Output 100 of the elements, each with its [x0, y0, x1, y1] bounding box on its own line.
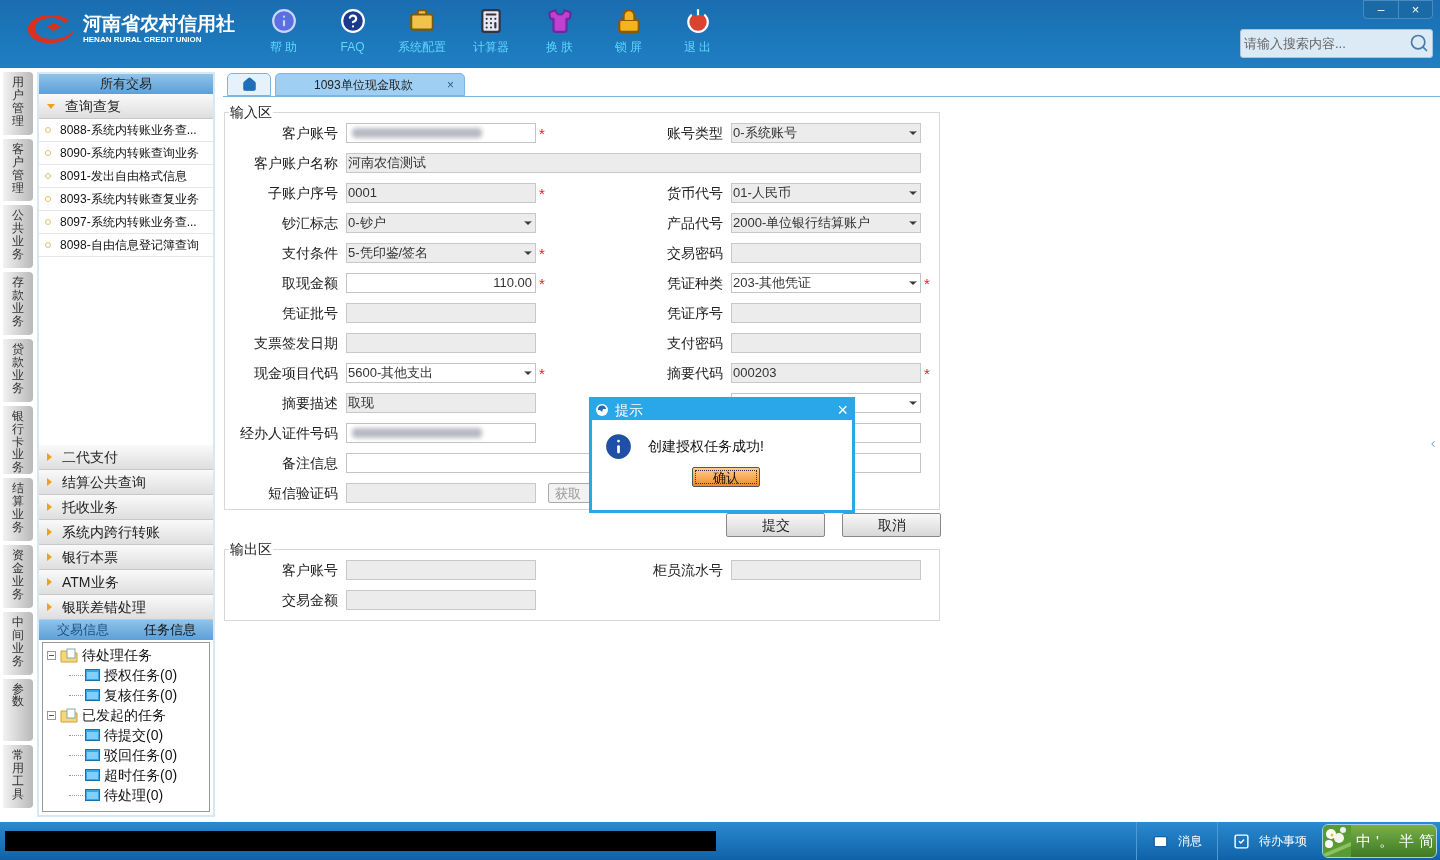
- side-tab[interactable]: 公共业务: [3, 205, 33, 269]
- tree-item[interactable]: 待提交(0): [104, 724, 164, 746]
- accordion-header[interactable]: 托收业务: [39, 495, 213, 520]
- field-label: 交易金额: [282, 590, 338, 610]
- menu-item[interactable]: 8097-系统内转账业务查...: [39, 211, 213, 234]
- tree-item[interactable]: 驳回任务(0): [104, 744, 178, 766]
- field-label: 支票签发日期: [254, 333, 338, 353]
- menu-item[interactable]: 8091-发出自由格式信息: [39, 165, 213, 188]
- menu-item[interactable]: 8090-系统内转账查询业务: [39, 142, 213, 165]
- confirm-button[interactable]: 确认: [692, 467, 760, 487]
- input-field[interactable]: [346, 333, 536, 353]
- select-field[interactable]: 5-凭印鉴/签名: [346, 243, 536, 263]
- close-button[interactable]: ×: [1398, 1, 1432, 18]
- tree-item[interactable]: 待处理任务: [82, 644, 152, 666]
- status-button[interactable]: 消息: [1136, 822, 1217, 860]
- required-asterisk: *: [539, 365, 545, 381]
- field-label: 支付条件: [282, 243, 338, 263]
- field-label: 经办人证件号码: [240, 423, 338, 443]
- side-tab[interactable]: 常用工具: [3, 745, 33, 808]
- accordion-header[interactable]: 二代支付: [39, 445, 213, 470]
- action-button[interactable]: 提交: [726, 513, 825, 537]
- menu-item[interactable]: 8098-自由信息登记簿查询: [39, 234, 213, 257]
- input-field[interactable]: [346, 303, 536, 323]
- tree-toggle[interactable]: [47, 650, 56, 660]
- input-field[interactable]: [731, 303, 921, 323]
- field-label: 备注信息: [282, 453, 338, 473]
- input-field[interactable]: [346, 590, 536, 610]
- tree-toggle[interactable]: [47, 710, 56, 720]
- ime-mode: '。: [1376, 830, 1394, 851]
- app-icon: [595, 403, 609, 417]
- search-field[interactable]: 请输入搜索内容...: [1240, 29, 1433, 58]
- side-tab[interactable]: 银行卡业务: [3, 405, 33, 475]
- search-icon: [1409, 33, 1429, 53]
- field-label: 账号类型: [667, 123, 723, 143]
- side-tab[interactable]: 贷款业务: [3, 338, 33, 402]
- tree-item[interactable]: 复核任务(0): [104, 684, 178, 706]
- section-title: 输入区: [229, 103, 273, 122]
- side-tab[interactable]: 参数: [3, 678, 33, 742]
- tree-item[interactable]: 授权任务(0): [104, 664, 178, 686]
- ime-mode: 简: [1418, 830, 1434, 851]
- select-field[interactable]: 5600-其他支出: [346, 363, 536, 383]
- input-field[interactable]: [346, 423, 536, 443]
- ime-mode: 中: [1356, 830, 1371, 851]
- side-tab[interactable]: 中间业务: [3, 611, 33, 675]
- required-asterisk: *: [924, 275, 930, 291]
- folder-icon: [60, 647, 78, 663]
- panel-tab[interactable]: 任务信息: [126, 620, 213, 640]
- ime-toolbar[interactable]: 中 '。 半 简: [1322, 824, 1437, 858]
- select-field[interactable]: 0-钞户: [346, 213, 536, 233]
- amount-field[interactable]: 110.00: [346, 273, 536, 293]
- accordion-header[interactable]: 银联差错处理: [39, 595, 213, 620]
- folder-icon: [85, 669, 100, 681]
- dialog-title: 提示: [615, 400, 643, 420]
- field-label: 短信验证码: [268, 483, 338, 503]
- field-label: 凭证批号: [282, 303, 338, 323]
- accordion-header[interactable]: 系统内跨行转账: [39, 520, 213, 545]
- accordion-header[interactable]: 查询查复: [39, 94, 213, 119]
- action-button[interactable]: 取消: [842, 513, 941, 537]
- side-tab[interactable]: 存款业务: [3, 272, 33, 335]
- input-field[interactable]: 河南农信测试: [346, 153, 921, 173]
- field-label: 凭证种类: [667, 273, 723, 293]
- menu-item[interactable]: 8088-系统内转账业务查...: [39, 119, 213, 142]
- minimize-button[interactable]: –: [1364, 1, 1398, 18]
- side-tab[interactable]: 用户管理: [3, 72, 33, 135]
- accordion-header[interactable]: ATM业务: [39, 570, 213, 595]
- panel-tab[interactable]: 交易信息: [39, 620, 126, 640]
- input-field[interactable]: 取现: [346, 393, 536, 413]
- input-field[interactable]: [731, 560, 921, 580]
- select-field[interactable]: 0-系统账号: [731, 123, 921, 143]
- folder-icon: [85, 769, 100, 781]
- field-label: 钞汇标志: [282, 213, 338, 233]
- tree-item[interactable]: 待处理(0): [104, 784, 164, 806]
- select-field[interactable]: 01-人民币: [731, 183, 921, 203]
- tree-item[interactable]: 已发起的任务: [82, 704, 166, 726]
- input-field[interactable]: 0001: [346, 183, 536, 203]
- folder-icon: [85, 729, 100, 741]
- input-field[interactable]: [731, 243, 921, 263]
- side-tab[interactable]: 结算业务: [3, 478, 33, 542]
- side-tab[interactable]: 资金业务: [3, 545, 33, 608]
- input-field[interactable]: [346, 483, 536, 503]
- page-tab[interactable]: 1093单位现金取款 ×: [275, 73, 465, 96]
- menu-item[interactable]: 8093-系统内转账查复业务: [39, 188, 213, 211]
- input-field[interactable]: 000203: [731, 363, 921, 383]
- side-tab[interactable]: 客户管理: [3, 138, 33, 202]
- field-label: 客户账户名称: [254, 153, 338, 173]
- input-field[interactable]: [346, 560, 536, 580]
- select-field[interactable]: 2000-单位银行结算账户: [731, 213, 921, 233]
- section-title: 输出区: [229, 540, 273, 559]
- input-field[interactable]: [731, 333, 921, 353]
- lock-icon: [615, 8, 642, 34]
- field-label: 货币代号: [667, 183, 723, 203]
- home-tab[interactable]: [227, 73, 271, 96]
- accordion-header[interactable]: 结算公共查询: [39, 470, 213, 495]
- panel-header: 所有交易: [39, 74, 213, 94]
- accordion-header[interactable]: 银行本票: [39, 545, 213, 570]
- select-field[interactable]: 203-其他凭证: [731, 273, 921, 293]
- tab-close-button[interactable]: ×: [447, 75, 454, 94]
- input-field[interactable]: [346, 123, 536, 143]
- tree-item[interactable]: 超时任务(0): [104, 764, 178, 786]
- field-label: 子账户序号: [268, 183, 338, 203]
